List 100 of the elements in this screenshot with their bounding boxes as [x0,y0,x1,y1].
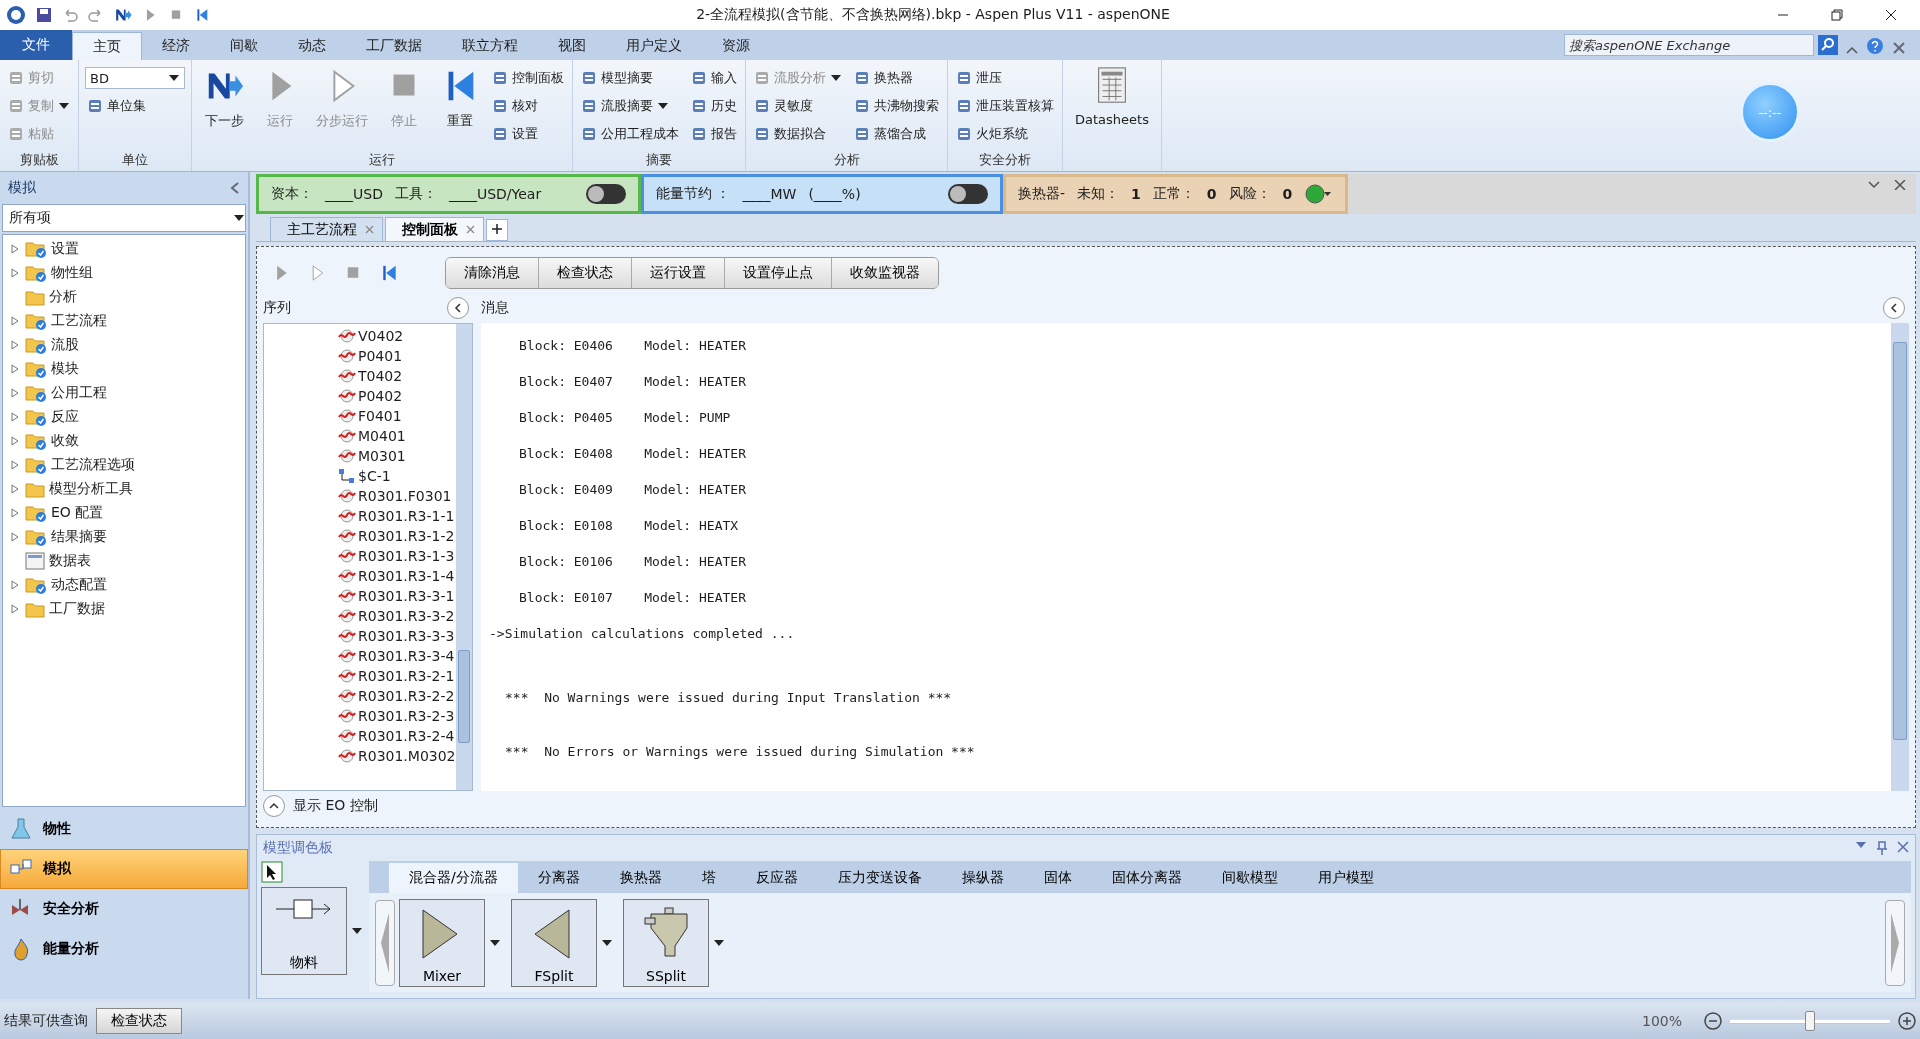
ribbon-button[interactable]: 公用工程成本 [579,120,681,148]
ribbon-tab[interactable]: 动态 [278,32,346,60]
expand-arrow-icon[interactable] [11,436,19,446]
sequence-item[interactable]: M0301 [358,448,406,464]
sequence-item[interactable]: R0301.F0301 [358,488,452,504]
palette-tab[interactable]: 压力变送设备 [817,863,942,893]
sequence-item[interactable]: P0402 [358,388,403,404]
sequence-item[interactable]: P0401 [358,348,403,364]
sequence-item[interactable]: R0301.R3-2-1 [358,668,455,684]
close-icon[interactable] [466,225,475,234]
nav-item[interactable]: 能量分析 [0,929,248,969]
expand-arrow-icon[interactable] [11,268,19,278]
tree-item[interactable]: 结果摘要 [51,528,107,546]
filter-dropdown[interactable]: 所有项 [2,204,246,232]
expand-arrow-icon[interactable] [11,316,19,326]
eo-toggle-label[interactable]: 显示 EO 控制 [293,797,378,815]
panel-button[interactable]: 清除消息 [446,258,539,288]
close-icon[interactable] [365,225,374,234]
sequence-item[interactable]: R0301.R3-3-4 [358,648,455,664]
tree-item[interactable]: 工厂数据 [49,600,105,618]
pointer-tool-icon[interactable] [261,861,283,883]
ribbon-button[interactable]: 换热器 [852,64,941,92]
ribbon-tab[interactable]: 资源 [702,32,770,60]
palette-tab[interactable]: 固体分离器 [1091,863,1202,893]
ribbon-button[interactable]: 蒸馏合成 [852,120,941,148]
ribbon-button[interactable]: 重置 [434,64,486,151]
tree-item[interactable]: 分析 [49,288,77,306]
search-field[interactable]: 搜索aspenONE Exchange [1564,34,1814,56]
ribbon-button[interactable]: 单位集 [85,92,185,120]
undo-icon[interactable] [62,7,78,23]
ribbon-button[interactable]: 控制面板 [490,64,566,92]
tree-item[interactable]: EO 配置 [51,504,104,522]
document-tab[interactable]: 控制面板 [385,217,484,241]
tree-item[interactable]: 工艺流程 [51,312,107,330]
ribbon-button[interactable]: 数据拟合 [752,120,844,148]
expand-arrow-icon[interactable] [11,244,19,254]
expand-arrow-icon[interactable] [11,532,19,542]
expand-arrow-icon[interactable] [11,508,19,518]
collapse-button[interactable] [447,297,469,319]
expand-arrow-icon[interactable] [11,340,19,350]
palette-tab[interactable]: 塔 [681,863,736,893]
palette-tab[interactable]: 间歇模型 [1201,863,1298,893]
expand-arrow-icon[interactable] [11,484,19,494]
tree-item[interactable]: 物性组 [51,264,93,282]
sequence-item[interactable]: R0301.R3-3-3 [358,628,455,644]
sequence-item[interactable]: R0301.R3-1-2 [358,528,455,544]
ribbon-tab[interactable]: 工厂数据 [346,32,442,60]
toggle-switch[interactable] [586,184,626,204]
tree-item[interactable]: 工艺流程选项 [51,456,135,474]
ribbon-button[interactable]: 报告 [689,120,739,148]
sequence-item[interactable]: F0401 [358,408,402,424]
zoom-out-icon[interactable] [1704,1012,1722,1030]
model-button[interactable]: SSplit [623,898,709,987]
panel-button[interactable]: 收敛监视器 [832,258,938,288]
collapse-button[interactable] [1883,297,1905,319]
close-icon[interactable] [1897,841,1909,853]
scrollbar[interactable] [1891,323,1909,791]
ribbon-button[interactable]: 泄压 [954,64,1056,92]
sequence-item[interactable]: R0301.R3-2-3 [358,708,455,724]
ribbon-button[interactable]: 模型摘要 [579,64,681,92]
expand-arrow-icon[interactable] [11,364,19,374]
sequence-item[interactable]: R0301.R3-2-2 [358,688,455,704]
toggle-switch[interactable] [948,184,988,204]
tree-item[interactable]: 模型分析工具 [49,480,133,498]
ribbon-tab[interactable]: 间歇 [210,32,278,60]
sequence-item[interactable]: V0402 [358,328,404,344]
chevron-down-icon[interactable] [1868,180,1880,190]
palette-tab[interactable]: 反应器 [735,863,818,893]
ribbon-button[interactable]: 核对 [490,92,566,120]
sequence-item[interactable]: R0301.R3-1-3 [358,548,455,564]
palette-tab[interactable]: 操纵器 [941,863,1024,893]
ribbon-button[interactable]: 灵敏度 [752,92,844,120]
nav-item[interactable]: 安全分析 [0,889,248,929]
sequence-item[interactable]: R0301.R3-1-1 [358,508,455,524]
tree-item[interactable]: 动态配置 [51,576,107,594]
sequence-item[interactable]: M0401 [358,428,406,444]
expand-arrow-icon[interactable] [11,604,19,614]
ribbon-button[interactable]: 流股摘要 [579,92,681,120]
panel-button[interactable]: 设置停止点 [725,258,832,288]
ribbon-button[interactable]: 设置 [490,120,566,148]
expand-arrow-icon[interactable] [11,388,19,398]
ribbon-button[interactable]: 下一步 [198,64,250,151]
panel-button[interactable]: 检查状态 [539,258,632,288]
ribbon-button[interactable]: Datasheets [1069,64,1155,171]
ribbon-tab[interactable]: 经济 [142,32,210,60]
palette-tab[interactable]: 分离器 [517,863,600,893]
dropdown-caret-icon[interactable] [1855,841,1867,849]
ribbon-button[interactable]: 泄压装置核算 [954,92,1056,120]
ribbon-button[interactable]: 输入 [689,64,739,92]
expand-arrow-icon[interactable] [11,412,19,422]
tree-item[interactable]: 数据表 [49,552,91,570]
expand-arrow-icon[interactable] [11,460,19,470]
palette-tab[interactable]: 换热器 [599,863,682,893]
scroll-left-button[interactable] [375,899,395,986]
tree-item[interactable]: 设置 [51,240,79,258]
ribbon-tab[interactable]: 用户定义 [606,32,702,60]
units-dropdown[interactable]: BD [85,67,185,89]
ribbon-button[interactable]: 历史 [689,92,739,120]
save-icon[interactable] [36,7,52,23]
panel-button[interactable]: 运行设置 [632,258,725,288]
